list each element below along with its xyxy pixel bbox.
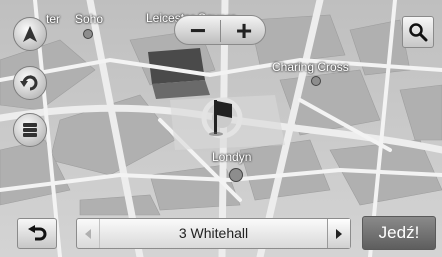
next-address-button[interactable] [327,219,350,248]
chevron-left-icon [85,228,91,239]
search-icon [409,23,428,42]
compass-button[interactable] [13,17,47,51]
map-label-charing-cross: Charing Cross [272,60,349,74]
map-label-soho: Soho [75,12,104,26]
chevron-right-icon [336,228,342,239]
charing-cross-poi-marker[interactable] [311,76,321,86]
search-button[interactable] [402,16,434,48]
back-arrow-icon [28,224,47,240]
soho-poi-marker[interactable] [83,29,93,39]
zoom-in-button[interactable]: + [221,16,267,46]
zoom-control: − + [174,15,266,45]
go-button[interactable]: Jedź! [362,216,436,250]
destination-flag-icon[interactable] [208,100,234,136]
map-layers-button[interactable] [13,113,47,147]
compass-north-icon [23,26,37,42]
map-layers-icon [23,123,37,137]
navigation-screen: ter Soho Leicester Square Charing Cross … [0,0,442,257]
previous-address-button[interactable] [77,219,100,248]
back-button[interactable] [17,218,57,249]
rotate-view-icon [20,75,38,91]
zoom-out-button[interactable]: − [175,16,221,46]
london-poi-marker[interactable] [229,168,243,182]
map-label-london: Londyn [212,150,252,164]
rotate-view-button[interactable] [13,66,47,100]
destination-address: 3 Whitehall [178,225,249,241]
address-selector: 3 Whitehall [76,218,351,249]
map-label-street: ter [46,12,61,26]
